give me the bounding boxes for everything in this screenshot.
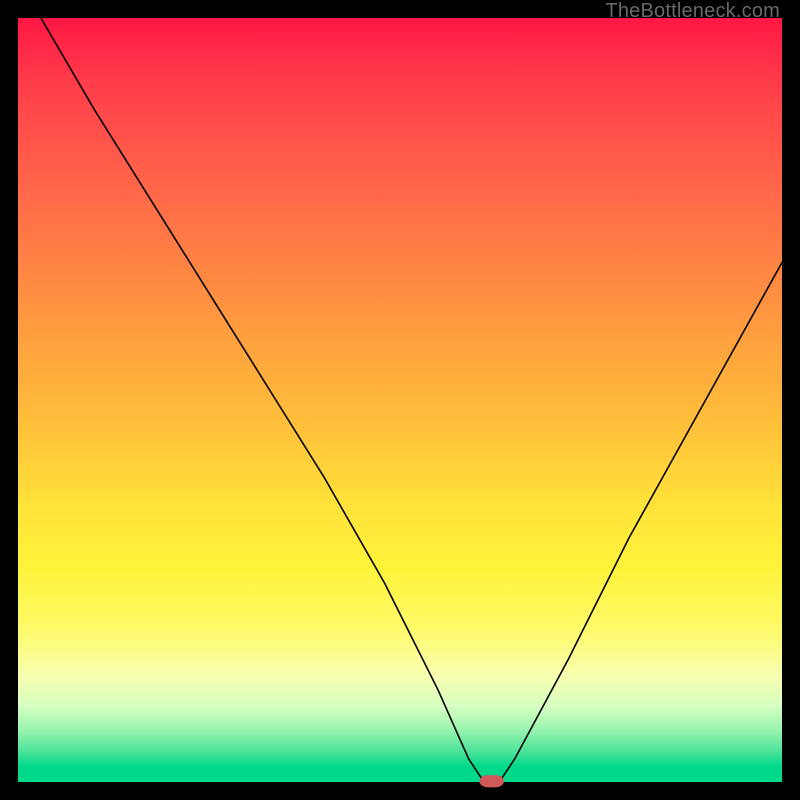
optimal-point-marker xyxy=(479,775,503,787)
bottleneck-curve xyxy=(18,18,782,782)
plot-area xyxy=(18,18,782,782)
chart-container: TheBottleneck.com xyxy=(0,0,800,800)
